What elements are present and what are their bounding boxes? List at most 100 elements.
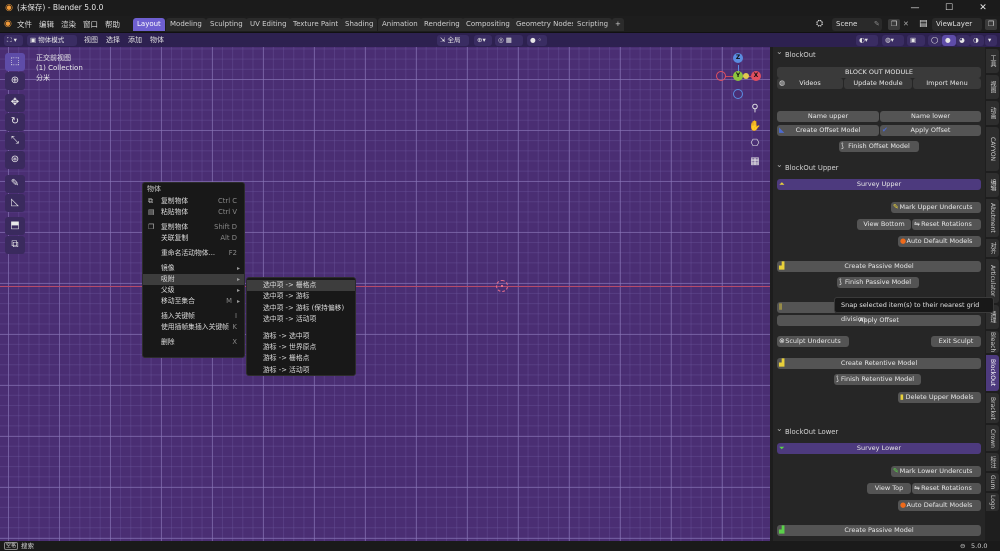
snap-menu-item[interactable]: 游标 -> 栅格点 <box>247 353 355 364</box>
tab-rendering[interactable]: Rendering <box>420 18 464 31</box>
gizmo-neg-y-icon[interactable] <box>743 73 749 79</box>
menu-window[interactable]: 窗口 <box>83 16 98 33</box>
sidebar-tab[interactable]: 视图 <box>986 75 999 99</box>
gizmo-neg-x-icon[interactable] <box>716 71 726 81</box>
auto-default-models-button[interactable]: ● Auto Default Models <box>898 236 981 247</box>
menu-add[interactable]: 添加 <box>128 33 142 47</box>
finish-passive-model-button[interactable]: ⟆ Finish Passive Model <box>837 277 919 288</box>
maximize-button[interactable]: ☐ <box>932 0 966 16</box>
context-menu-item[interactable]: 父级 ▸ <box>143 285 244 296</box>
survey-upper-button[interactable]: ⏶ Survey Upper <box>777 179 981 190</box>
proportional-edit-dropdown[interactable]: ● ◦ <box>527 35 547 46</box>
tab-scripting[interactable]: Scripting <box>573 18 613 31</box>
gizmo-x-icon[interactable]: X <box>751 71 761 81</box>
3d-viewport[interactable]: 正交前视图 (1) Collection 分米 ⬚ ⊕ ✥ ↻ ⤡ ⊛ ✎ ◺ … <box>0 47 770 541</box>
material-shading-button[interactable]: ◕ <box>956 35 970 46</box>
sidebar-tab[interactable]: CAYYON <box>986 127 999 171</box>
blockout-lower-header[interactable]: BlockOut Lower <box>773 423 985 438</box>
auto-default-models-lower-button[interactable]: ● Auto Default Models <box>898 500 981 511</box>
gizmo-y-icon[interactable]: Y <box>733 71 743 81</box>
tab-animation[interactable]: Animation <box>378 18 422 31</box>
viewport-gizmos-dropdown[interactable]: ◐▾ <box>856 35 878 46</box>
context-menu-item[interactable]: ❐ 复制物体 Shift D <box>143 222 244 233</box>
videos-button[interactable]: ◍ Videos <box>777 78 843 89</box>
create-offset-model-button[interactable]: ◣ Create Offset Model <box>777 125 879 136</box>
new-scene-icon[interactable]: ❐ <box>888 19 900 30</box>
apply-offset-upper-button[interactable]: Apply Offset <box>777 315 981 326</box>
scale-tool-icon[interactable]: ⤡ <box>5 132 25 150</box>
minimize-button[interactable]: — <box>898 0 932 16</box>
tab-sculpting[interactable]: Sculpting <box>206 18 247 31</box>
blockout-section-header[interactable]: BlockOut <box>773 47 985 61</box>
context-menu-item[interactable]: 删除 X <box>143 337 244 348</box>
tab-texture-paint[interactable]: Texture Paint <box>289 18 343 31</box>
menu-render[interactable]: 渲染 <box>61 16 76 33</box>
blockout-upper-header[interactable]: BlockOut Upper <box>773 159 985 174</box>
editor-type-dropdown[interactable]: ⛶ ▾ <box>4 35 23 46</box>
import-menu-button[interactable]: Import Menu <box>913 78 981 89</box>
name-upper-button[interactable]: Name upper <box>777 111 879 122</box>
context-menu-item[interactable]: 重命名活动物体... F2 <box>143 248 244 259</box>
mark-upper-undercuts-button[interactable]: ✎ Mark Upper Undercuts <box>891 202 981 213</box>
menu-help[interactable]: 帮助 <box>105 16 120 33</box>
exit-sculpt-button[interactable]: Exit Sculpt <box>931 336 981 347</box>
context-menu-item[interactable]: 镜像 ▸ <box>143 263 244 274</box>
sculpt-undercuts-button[interactable]: ⊗ Sculpt Undercuts <box>777 336 849 347</box>
sidebar-tab[interactable]: 编辑 <box>986 173 999 197</box>
sidebar-tab[interactable]: 工具 <box>986 49 999 73</box>
overlays-dropdown[interactable]: ◍▾ <box>882 35 904 46</box>
pin-icon[interactable]: ✎ <box>874 18 880 31</box>
create-passive-model-button[interactable]: ▟ Create Passive Model <box>777 261 981 272</box>
snap-menu-item[interactable]: 游标 -> 世界原点 <box>247 342 355 353</box>
delete-upper-models-button[interactable]: ▮ Delete Upper Models <box>898 392 981 403</box>
snap-menu-item[interactable]: 游标 -> 选中项 <box>247 331 355 342</box>
snap-dropdown[interactable]: ◎ ▦ <box>495 35 523 46</box>
xray-toggle[interactable]: ▣ <box>907 35 925 46</box>
annotate-tool-icon[interactable]: ✎ <box>5 175 25 193</box>
transform-orientation-dropdown[interactable]: ⇲ 全局 <box>437 35 469 46</box>
snap-menu-item[interactable]: 选中项 -> 游标 <box>247 291 355 302</box>
select-box-icon[interactable]: ⬚ <box>5 53 25 71</box>
add-workspace-button[interactable]: + <box>612 18 624 31</box>
tab-layout[interactable]: Layout <box>133 18 165 31</box>
shading-options-dropdown[interactable]: ▾ <box>985 35 997 46</box>
sidebar-tab[interactable]: Abutment <box>986 199 999 237</box>
sidebar-tab[interactable]: 标注 <box>986 453 999 471</box>
transform-tool-icon[interactable]: ⊛ <box>5 151 25 169</box>
sidebar-tab[interactable]: Bleach <box>986 331 999 353</box>
move-tool-icon[interactable]: ✥ <box>5 94 25 112</box>
context-menu-item[interactable]: 使用插帧集插入关键帧 K <box>143 322 244 333</box>
tab-geometry-nodes[interactable]: Geometry Nodes <box>512 18 580 31</box>
pivot-dropdown[interactable]: ⊕▾ <box>474 35 492 46</box>
sidebar-tab[interactable]: Crown <box>986 425 999 451</box>
create-passive-model-lower-button[interactable]: ▟ Create Passive Model <box>777 525 981 536</box>
extrude-tool-icon[interactable]: ⧉ <box>5 236 25 254</box>
sidebar-tab[interactable]: 对齐 <box>986 239 999 257</box>
close-button[interactable]: ✕ <box>966 0 1000 16</box>
reset-rotations-button[interactable]: ⇋ Reset Rotations <box>912 219 981 230</box>
view-bottom-button[interactable]: View Bottom <box>857 219 911 230</box>
context-menu-item[interactable]: ⧉ 复制物体 Ctrl C <box>143 196 244 207</box>
grid-view-icon[interactable]: ▦ <box>748 155 762 169</box>
gizmo-neg-z-icon[interactable] <box>733 89 743 99</box>
menu-file[interactable]: 文件 <box>17 16 32 33</box>
sidebar-tab[interactable]: 动画 <box>986 101 999 125</box>
update-module-button[interactable]: Update Module <box>844 78 912 89</box>
context-menu-item[interactable]: ▤ 粘贴物体 Ctrl V <box>143 207 244 218</box>
tab-uv-editing[interactable]: UV Editing <box>246 18 291 31</box>
rotate-tool-icon[interactable]: ↻ <box>5 113 25 131</box>
context-menu-item[interactable]: 插入关键帧 I <box>143 311 244 322</box>
tab-compositing[interactable]: Compositing <box>462 18 514 31</box>
blender-menu-icon[interactable]: ◉ <box>4 16 12 33</box>
view-layer-field[interactable]: ViewLayer <box>932 18 982 31</box>
snap-menu-item[interactable]: 选中项 -> 游标 (保持偏移) <box>247 303 355 314</box>
camera-view-icon[interactable]: ⎔ <box>748 137 762 151</box>
sidebar-tab[interactable]: Bracket <box>986 393 999 423</box>
gizmo-z-icon[interactable]: Z <box>733 53 743 63</box>
survey-lower-button[interactable]: ⏷ Survey Lower <box>777 443 981 454</box>
remove-scene-icon[interactable]: ✕ <box>903 18 909 31</box>
menu-object[interactable]: 物体 <box>150 33 164 47</box>
object-mode-dropdown[interactable]: ▣ 物体模式 <box>27 35 77 46</box>
snap-menu-item[interactable]: 游标 -> 活动项 <box>247 365 355 376</box>
sidebar-tab[interactable]: Logo <box>986 493 999 511</box>
